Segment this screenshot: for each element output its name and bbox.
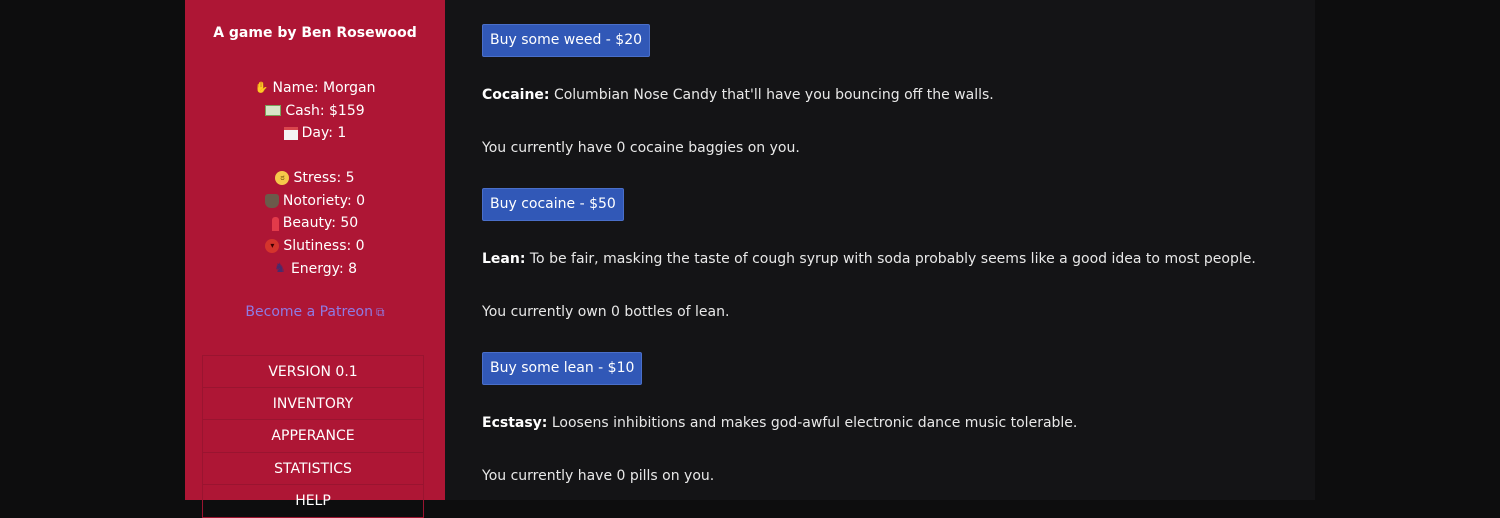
stat-day: Day: 1: [185, 122, 445, 145]
waving-hand-icon: ✋: [254, 81, 269, 95]
stat-cash-label: Cash: $159: [285, 102, 365, 119]
player-info: ✋ Name: Morgan Cash: $159 Day: 1: [185, 77, 445, 145]
stat-day-label: Day: 1: [301, 125, 347, 141]
sidebar: A game by Ben Rosewood ✋ Name: Morgan Ca…: [185, 0, 445, 518]
patreon-link[interactable]: Become a Patreon ⧉: [185, 304, 445, 320]
ecstasy-name: Ecstasy:: [482, 415, 548, 431]
detective-icon: [264, 194, 279, 209]
stat-energy-label: Energy: 8: [290, 260, 358, 277]
ecstasy-description: Ecstasy: Loosens inhibitions and makes g…: [482, 415, 1077, 431]
stat-cash: Cash: $159: [185, 100, 445, 123]
cocaine-desc-text: Columbian Nose Candy that'll have you bo…: [549, 87, 994, 103]
stat-name: ✋ Name: Morgan: [185, 77, 445, 100]
stat-notoriety: Notoriety: 0: [185, 190, 445, 213]
game-byline: A game by Ben Rosewood: [213, 25, 417, 41]
external-link-icon: ⧉: [376, 305, 385, 319]
cocaine-owned-text: You currently have 0 cocaine baggies on …: [482, 140, 800, 156]
lean-desc-text: To be fair, masking the taste of cough s…: [525, 251, 1256, 267]
stat-stress: ಠ Stress: 5: [185, 167, 445, 190]
stat-slutiness-label: Slutiness: 0: [283, 238, 365, 255]
lipstick-icon: [271, 216, 279, 231]
lean-name: Lean:: [482, 251, 526, 267]
calendar-icon: [283, 126, 298, 140]
menu-item-statistics[interactable]: STATISTICS: [202, 452, 424, 485]
runner-icon: ♞: [274, 261, 286, 277]
cocaine-name: Cocaine:: [482, 87, 550, 103]
ecstasy-owned-text: You currently have 0 pills on you.: [482, 468, 715, 484]
menu-item-apperance[interactable]: APPERANCE: [202, 420, 424, 453]
menu-item-help[interactable]: HELP: [202, 485, 424, 518]
player-stats: ಠ Stress: 5 Notoriety: 0 Beauty: 50 ▾ Sl…: [185, 167, 445, 281]
menu-item-version[interactable]: VERSION 0.1: [202, 355, 424, 388]
stat-notoriety-label: Notoriety: 0: [282, 192, 366, 209]
cocaine-description: Cocaine: Columbian Nose Candy that'll ha…: [482, 87, 994, 103]
stressed-face-icon: ಠ: [275, 171, 290, 186]
devil-face-icon: ▾: [265, 239, 280, 254]
shop-panel: Buy some weed - $20 Cocaine: Columbian N…: [445, 0, 1315, 500]
stat-beauty: Beauty: 50: [185, 212, 445, 235]
buy-cocaine-button[interactable]: Buy cocaine - $50: [482, 188, 624, 221]
banknote-icon: [265, 105, 282, 117]
ecstasy-desc-text: Loosens inhibitions and makes god-awful …: [547, 415, 1078, 431]
lean-description: Lean: To be fair, masking the taste of c…: [482, 251, 1256, 267]
buy-lean-button[interactable]: Buy some lean - $10: [482, 352, 643, 385]
sidebar-menu: VERSION 0.1 INVENTORY APPERANCE STATISTI…: [202, 355, 424, 518]
menu-item-inventory[interactable]: INVENTORY: [202, 387, 424, 420]
stat-energy: ♞ Energy: 8: [185, 258, 445, 281]
patreon-link-label: Become a Patreon: [245, 304, 373, 320]
stat-slutiness: ▾ Slutiness: 0: [185, 235, 445, 258]
lean-owned-text: You currently own 0 bottles of lean.: [482, 304, 730, 320]
stat-beauty-label: Beauty: 50: [282, 215, 359, 232]
buy-weed-button[interactable]: Buy some weed - $20: [482, 24, 651, 57]
stat-stress-label: Stress: 5: [293, 170, 355, 186]
stat-name-label: Name: Morgan: [272, 80, 376, 96]
